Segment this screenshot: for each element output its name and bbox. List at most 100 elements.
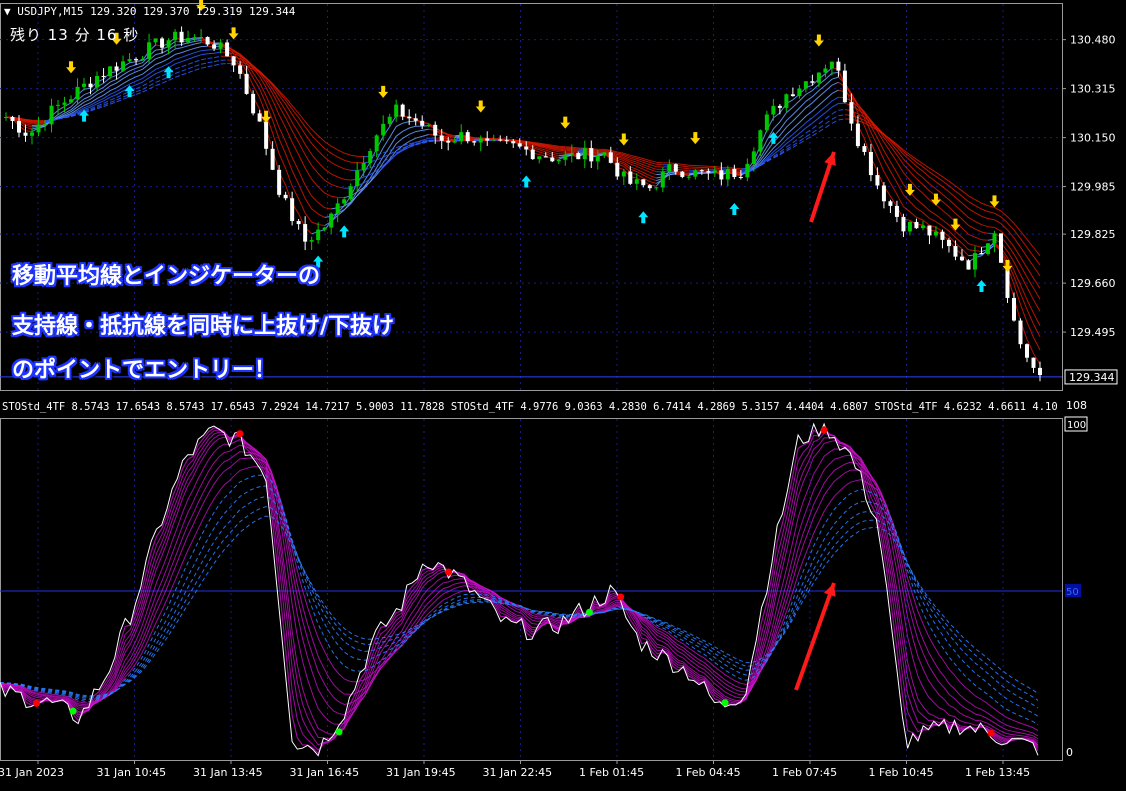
candle-body	[69, 99, 74, 103]
candle-body	[62, 102, 67, 105]
candle-body	[751, 151, 756, 164]
candle-body	[95, 75, 100, 88]
candle-body	[933, 231, 938, 236]
buy-signal-dot	[585, 608, 593, 616]
sell-signal-dot	[236, 430, 244, 438]
stochastic-line	[0, 426, 1039, 755]
buy-signal-dot	[69, 707, 77, 715]
candle-body	[524, 146, 529, 150]
time-axis-label: 1 Feb 07:45	[772, 766, 837, 779]
candle-body	[329, 213, 334, 228]
candle-body	[927, 225, 932, 236]
ma-line-bullish	[44, 63, 845, 170]
caption-line-3: のポイントでエントリー！	[12, 358, 277, 383]
candle-body	[556, 159, 561, 162]
candle-body	[719, 170, 724, 180]
candle-body	[595, 155, 600, 162]
candle-body	[108, 66, 113, 77]
time-axis-label: 31 Jan 13:45	[193, 766, 263, 779]
candle-body	[225, 42, 230, 57]
candle-body	[407, 116, 412, 119]
sell-arrow-icon	[813, 34, 824, 47]
candle-body	[745, 163, 750, 178]
dropdown-triangle-icon[interactable]: ▼	[4, 5, 11, 18]
candle-body	[790, 94, 795, 97]
candle-body	[23, 132, 28, 136]
sell-signal-dot	[987, 729, 995, 737]
candle-body	[251, 93, 256, 114]
candle-body	[296, 221, 301, 225]
candle-body	[10, 116, 15, 121]
candle-body	[17, 120, 22, 133]
candle-body	[101, 75, 106, 77]
candle-body	[576, 153, 581, 160]
candle-body	[212, 44, 217, 49]
candle-body	[335, 203, 340, 214]
candle-body	[199, 37, 204, 39]
candle-body	[693, 170, 698, 177]
buy-arrow-icon	[339, 225, 350, 238]
candle-body	[888, 201, 893, 206]
candle-body	[348, 186, 353, 200]
candle-body	[959, 256, 964, 261]
candle-body	[829, 61, 834, 69]
candle-body	[706, 171, 711, 173]
candle-body	[784, 94, 789, 108]
candle-body	[394, 104, 399, 117]
buy-signal-dot	[721, 699, 729, 707]
candle-body	[1011, 297, 1016, 321]
time-axis-label: 31 Jan 22:45	[483, 766, 553, 779]
candle-body	[316, 229, 321, 241]
sell-arrow-icon	[560, 116, 571, 129]
entry-annotation-arrow-oscillator-shaft	[794, 582, 836, 691]
candle-body	[810, 81, 815, 83]
entry-annotation-arrow-price	[809, 151, 836, 223]
time-axis-label: 1 Feb 01:45	[579, 766, 644, 779]
candle-body	[218, 42, 223, 49]
candle-body	[231, 56, 236, 66]
candle-body	[797, 88, 802, 97]
stochastic-line	[0, 435, 1039, 745]
candle-body	[738, 176, 743, 178]
candle-body	[485, 138, 490, 141]
candle-body	[1018, 320, 1023, 345]
candle-body	[894, 205, 899, 217]
candle-body	[1031, 357, 1036, 368]
candle-body	[127, 59, 132, 62]
candle-body	[49, 105, 54, 125]
time-axis-label: 31 Jan 2023	[0, 766, 64, 779]
candle-body	[836, 61, 841, 71]
candle-body	[979, 253, 984, 255]
candle-body	[498, 139, 503, 141]
candle-body	[244, 73, 249, 94]
candle-body	[914, 221, 919, 229]
candle-body	[478, 138, 483, 143]
symbol-line: USDJPY,M15 129.320 129.370 129.319 129.3…	[17, 5, 296, 18]
candle-body	[140, 58, 145, 61]
osc-axis-label-0: 0	[1066, 746, 1073, 759]
candle-body	[166, 40, 171, 48]
candle-body	[88, 83, 93, 88]
candle-body	[907, 221, 912, 232]
candle-body	[257, 113, 262, 122]
candle-body	[803, 81, 808, 89]
price-axis-label: 129.495	[1070, 326, 1116, 339]
sell-signal-dot	[33, 699, 41, 707]
candle-body	[823, 68, 828, 73]
sell-arrow-icon	[66, 61, 77, 74]
ma-line-bullish	[44, 59, 845, 171]
indicator-values-line: STOStd_4TF 8.5743 17.6543 8.5743 17.6543…	[2, 401, 1058, 413]
stochastic-main-line	[0, 422, 1039, 757]
chart-canvas[interactable]: 130.480 130.315 130.150 129.985 129.825 129.6…	[0, 0, 1126, 787]
candle-body	[355, 170, 360, 187]
candle-body	[491, 139, 496, 141]
candle-body	[322, 227, 327, 230]
candle-body	[439, 135, 444, 141]
candle-body	[589, 148, 594, 162]
time-axis-label: 31 Jan 19:45	[386, 766, 456, 779]
candle-body	[621, 171, 626, 177]
current-price-label: 129.344	[1069, 371, 1115, 384]
sell-arrow-icon	[378, 85, 389, 98]
candle-body	[517, 143, 522, 147]
stochastic-line	[0, 431, 1039, 748]
